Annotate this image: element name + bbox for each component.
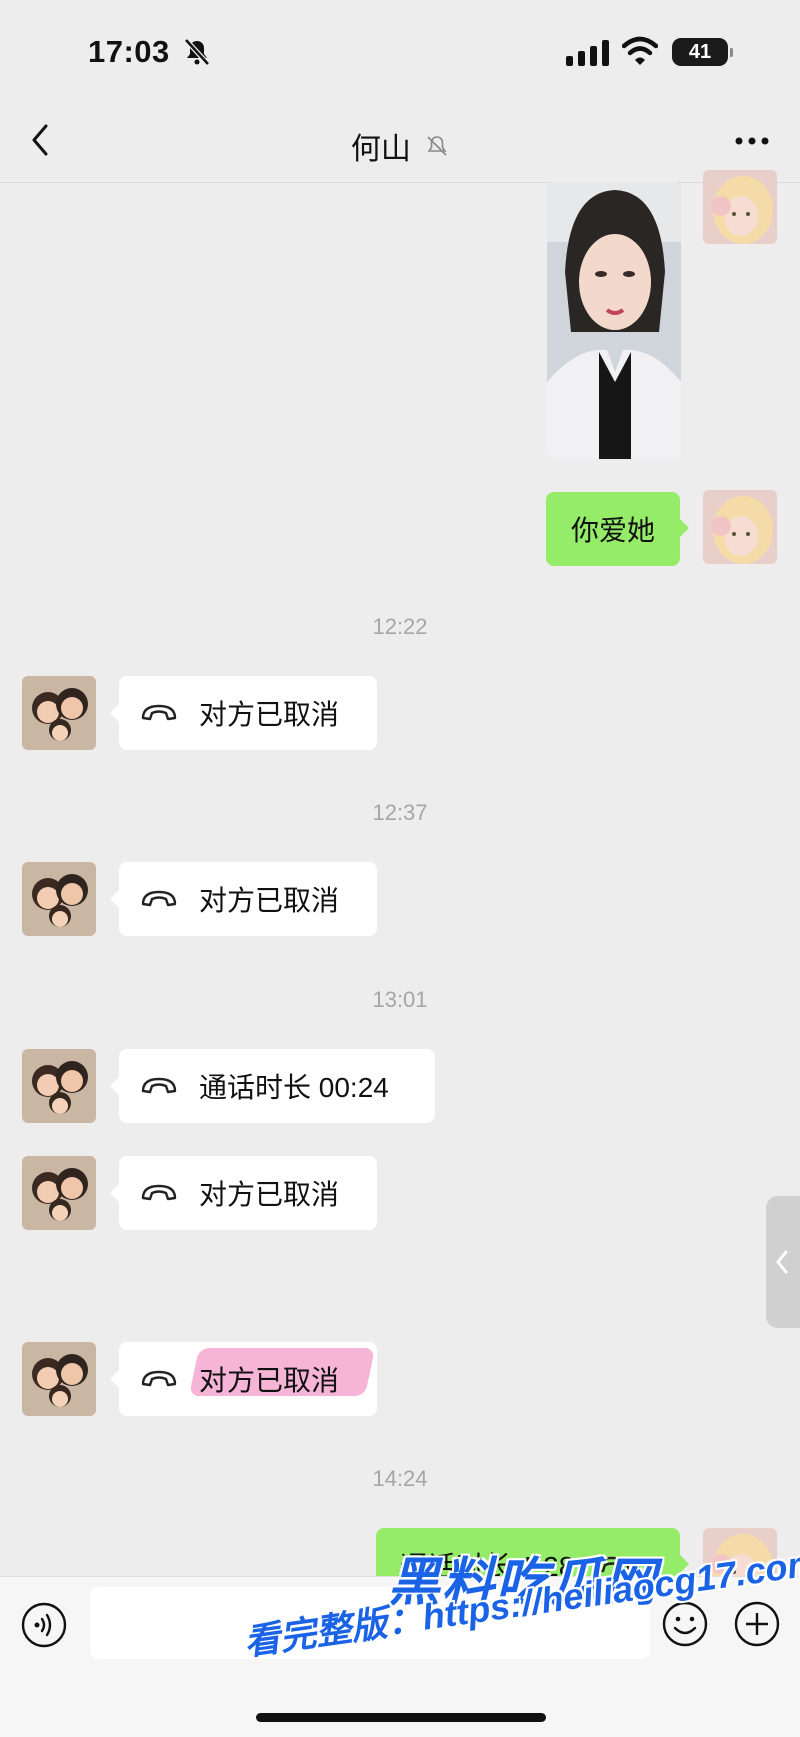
call-record-bubble[interactable]: 对方已取消 bbox=[110, 1156, 377, 1230]
contact-avatar[interactable] bbox=[22, 1156, 96, 1230]
chat-title: 何山 bbox=[0, 124, 800, 168]
message-text: 你爱她 bbox=[570, 515, 655, 546]
chevron-left-icon bbox=[776, 1250, 788, 1274]
call-status: 对方已取消 bbox=[199, 699, 340, 730]
contact-avatar[interactable] bbox=[22, 1049, 96, 1123]
status-time: 17:03 bbox=[88, 34, 170, 69]
phone-hangup-icon bbox=[141, 1077, 177, 1094]
call-record-bubble[interactable]: 对方已取消 bbox=[110, 676, 377, 750]
call-record-bubble[interactable]: 对方已取消 bbox=[110, 862, 377, 936]
contact-avatar[interactable] bbox=[22, 862, 96, 936]
my-avatar[interactable] bbox=[703, 170, 777, 244]
contact-avatar[interactable] bbox=[22, 676, 96, 750]
call-duration: 通话时长 00:24 bbox=[199, 1072, 389, 1103]
chat-header: 何山 bbox=[0, 100, 800, 183]
home-indicator bbox=[256, 1713, 546, 1722]
timestamp: 14:24 bbox=[372, 1466, 428, 1491]
phone-hangup-icon bbox=[141, 890, 177, 907]
photo-thumbnail bbox=[547, 182, 681, 459]
my-avatar[interactable] bbox=[703, 490, 777, 564]
phone-hangup-icon bbox=[141, 1184, 177, 1201]
cellular-signal-icon bbox=[566, 40, 609, 66]
image-message[interactable] bbox=[547, 182, 681, 459]
mute-notifications-icon bbox=[427, 136, 447, 156]
call-record-bubble[interactable]: 通话时长 00:24 bbox=[110, 1049, 435, 1123]
message-bubble-outgoing[interactable]: 你爱她 bbox=[546, 492, 689, 566]
phone-hangup-icon bbox=[141, 704, 177, 721]
timestamp: 12:22 bbox=[372, 614, 428, 639]
plus-icon[interactable] bbox=[732, 1599, 782, 1649]
contact-avatar[interactable] bbox=[22, 1342, 96, 1416]
bell-off-icon bbox=[184, 38, 210, 66]
status-bar: 17:03 41 bbox=[0, 0, 800, 100]
call-status: 对方已取消 bbox=[199, 1179, 340, 1210]
battery-indicator: 41 bbox=[672, 38, 733, 66]
call-status: 对方已取消 bbox=[199, 885, 340, 916]
timestamp: 13:01 bbox=[372, 987, 428, 1012]
floating-edge-handle[interactable] bbox=[766, 1196, 800, 1328]
call-status: 对方已取消 bbox=[199, 1365, 340, 1396]
more-options-icon[interactable] bbox=[734, 134, 770, 148]
voice-input-icon[interactable] bbox=[20, 1601, 68, 1649]
phone-hangup-icon bbox=[141, 1370, 177, 1387]
battery-level: 41 bbox=[688, 41, 712, 63]
timestamp: 12:37 bbox=[372, 800, 428, 825]
wifi-icon bbox=[622, 36, 658, 65]
contact-name: 何山 bbox=[350, 133, 411, 166]
